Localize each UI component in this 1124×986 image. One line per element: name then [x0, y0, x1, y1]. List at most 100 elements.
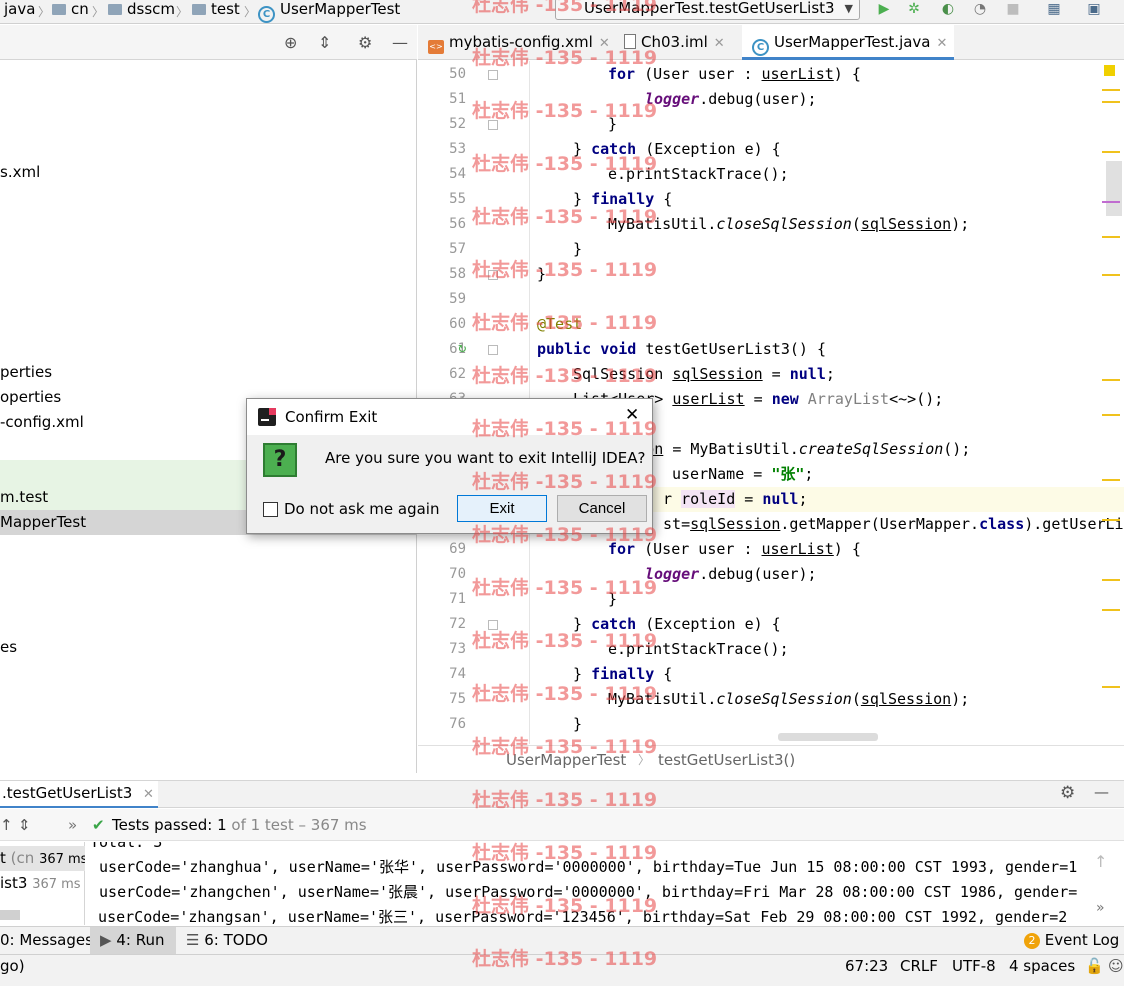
warning-mark[interactable] [1102, 89, 1120, 91]
tests-passed-count: 1 [217, 816, 227, 834]
tree-item[interactable]: es [0, 635, 417, 660]
stop-icon[interactable]: ■ [1003, 0, 1023, 20]
event-log-badge: 2 [1024, 933, 1040, 949]
more-icon[interactable]: » [68, 809, 77, 841]
lock-icon[interactable]: 🔓 [1085, 955, 1104, 977]
tree-item[interactable]: perties [0, 360, 417, 385]
warning-mark[interactable] [1102, 236, 1120, 238]
warning-indicator-icon[interactable] [1104, 65, 1115, 76]
tree-item[interactable]: s.xml [0, 160, 417, 185]
tab-ch03-iml[interactable]: Ch03.iml ✕ [614, 25, 738, 60]
warning-mark[interactable] [1102, 151, 1120, 153]
breadcrumb-test[interactable]: test [192, 0, 240, 22]
folder-icon [52, 4, 66, 15]
code-line-56: MyBatisUtil.closeSqlSession(sqlSession); [608, 215, 970, 233]
line-number: 53 [449, 141, 466, 157]
tool-window-bar: 0: Messages ▶ 4: Run ☰ 6: TODO 2 Event L… [0, 926, 1124, 954]
run-configuration-select[interactable]: UserMapperTest.testGetUserList3 ▼ [555, 0, 860, 20]
warning-mark[interactable] [1102, 274, 1120, 276]
fold-marker-icon[interactable] [488, 620, 498, 630]
test-tree-item[interactable]: t (cn 367 ms [0, 846, 85, 871]
breadcrumb-java[interactable]: java [4, 0, 35, 22]
line-number: 72 [449, 616, 466, 632]
tab-usermappertest[interactable]: C UserMapperTest.java ✕ [742, 25, 954, 60]
more-icon[interactable]: » [1096, 900, 1105, 916]
warning-mark[interactable] [1102, 686, 1120, 688]
warning-mark[interactable] [1102, 479, 1120, 481]
warning-mark[interactable] [1102, 609, 1120, 611]
tree-scrollbar[interactable] [0, 910, 20, 920]
warning-mark[interactable] [1102, 101, 1120, 103]
run-test-gutter-icon[interactable]: ↻ [458, 340, 466, 356]
cancel-button[interactable]: Cancel [557, 495, 647, 522]
warning-mark[interactable] [1102, 414, 1120, 416]
file-encoding[interactable]: UTF-8 [952, 955, 996, 977]
run-tool-tab[interactable]: ▶ 4: Run [90, 927, 176, 954]
project-structure-icon[interactable]: ▦ [1044, 0, 1064, 20]
tree-item-label: operties [0, 388, 62, 406]
profile-icon[interactable]: ◔ [970, 0, 990, 20]
editor-breadcrumb: UserMapperTest 〉 testGetUserList3() [418, 745, 1124, 774]
search-mark[interactable] [1102, 201, 1120, 203]
breadcrumb-cn[interactable]: cn [52, 0, 89, 22]
status-message: go) [0, 957, 25, 975]
folder-icon [192, 4, 206, 15]
breadcrumb-method[interactable]: testGetUserList3() [658, 746, 795, 775]
gear-icon[interactable]: ⚙ [358, 33, 372, 52]
collapse-all-icon[interactable]: ⇕ [318, 33, 331, 52]
line-separator[interactable]: CRLF [900, 955, 938, 977]
run-tab-label: .testGetUserList3 [2, 784, 133, 802]
debug-icon[interactable]: ✲ [904, 0, 924, 20]
code-line-67: r roleId = null; [663, 490, 808, 508]
gear-icon[interactable]: ⚙ [1060, 783, 1075, 803]
code-line-51: logger.debug(user); [645, 90, 817, 108]
do-not-ask-checkbox[interactable] [263, 502, 278, 517]
test-tree-item[interactable]: ist3 367 ms [0, 871, 85, 896]
breadcrumb-class[interactable]: UserMapperTest [506, 746, 626, 775]
do-not-ask-label[interactable]: Do not ask me again [284, 500, 439, 518]
scroll-thumb[interactable] [1106, 161, 1122, 216]
inspector-icon[interactable]: ☺ [1108, 955, 1124, 977]
status-bar: go) 67:23 CRLF UTF-8 4 spaces 🔓 ☺ [0, 954, 1124, 986]
horizontal-scrollbar[interactable] [778, 733, 878, 741]
code-line-62: SqlSession sqlSession = null; [573, 365, 835, 383]
code-line-52: } [608, 115, 618, 133]
coverage-icon[interactable]: ◐ [938, 0, 958, 20]
warning-mark[interactable] [1102, 579, 1120, 581]
event-log-tab[interactable]: 2 Event Log [1024, 927, 1119, 954]
fold-marker-icon[interactable] [488, 120, 498, 130]
collapse-icon[interactable]: ⇕ [18, 809, 31, 841]
minimize-icon[interactable]: — [392, 33, 408, 52]
sort-icon[interactable]: ↑ [0, 809, 13, 841]
close-icon[interactable]: ✕ [143, 787, 154, 802]
close-icon[interactable]: ✕ [714, 36, 725, 51]
scroll-up-icon[interactable]: ↑ [1094, 852, 1107, 871]
close-icon[interactable]: ✕ [937, 36, 948, 51]
fold-marker-icon[interactable] [488, 270, 498, 280]
warning-mark[interactable] [1102, 519, 1120, 521]
fold-marker-icon[interactable] [488, 345, 498, 355]
close-icon[interactable]: ✕ [625, 405, 639, 425]
code-line-74: } finally { [573, 665, 673, 683]
breadcrumb-dsscm[interactable]: dsscm [108, 0, 175, 22]
exit-button[interactable]: Exit [457, 495, 547, 522]
caret-position[interactable]: 67:23 [845, 955, 888, 977]
fold-marker-icon[interactable] [488, 70, 498, 80]
list-icon: ☰ [186, 931, 200, 949]
todo-tab[interactable]: ☰ 6: TODO [186, 927, 268, 954]
tests-passed-label: Tests passed: [112, 816, 213, 834]
breadcrumb-separator: 〉 [244, 5, 257, 19]
close-icon[interactable]: ✕ [599, 36, 610, 51]
breadcrumb-usermappertest[interactable]: C UserMapperTest [258, 0, 400, 23]
tree-item-label: es [0, 638, 18, 656]
run-tab[interactable]: .testGetUserList3 ✕ [0, 781, 158, 808]
warning-mark[interactable] [1102, 379, 1120, 381]
messages-tab[interactable]: 0: Messages [0, 927, 93, 954]
locate-icon[interactable]: ⊕ [284, 33, 297, 52]
minimize-icon[interactable]: — [1094, 783, 1109, 801]
console-output[interactable]: Total: 3 userCode='zhanghua', userName='… [86, 842, 1084, 925]
indent-setting[interactable]: 4 spaces [1009, 955, 1075, 977]
tab-mybatis-config[interactable]: <> mybatis-config.xml ✕ [418, 25, 610, 60]
terminal-icon[interactable]: ▣ [1084, 0, 1104, 20]
run-icon[interactable]: ▶ [874, 0, 894, 20]
